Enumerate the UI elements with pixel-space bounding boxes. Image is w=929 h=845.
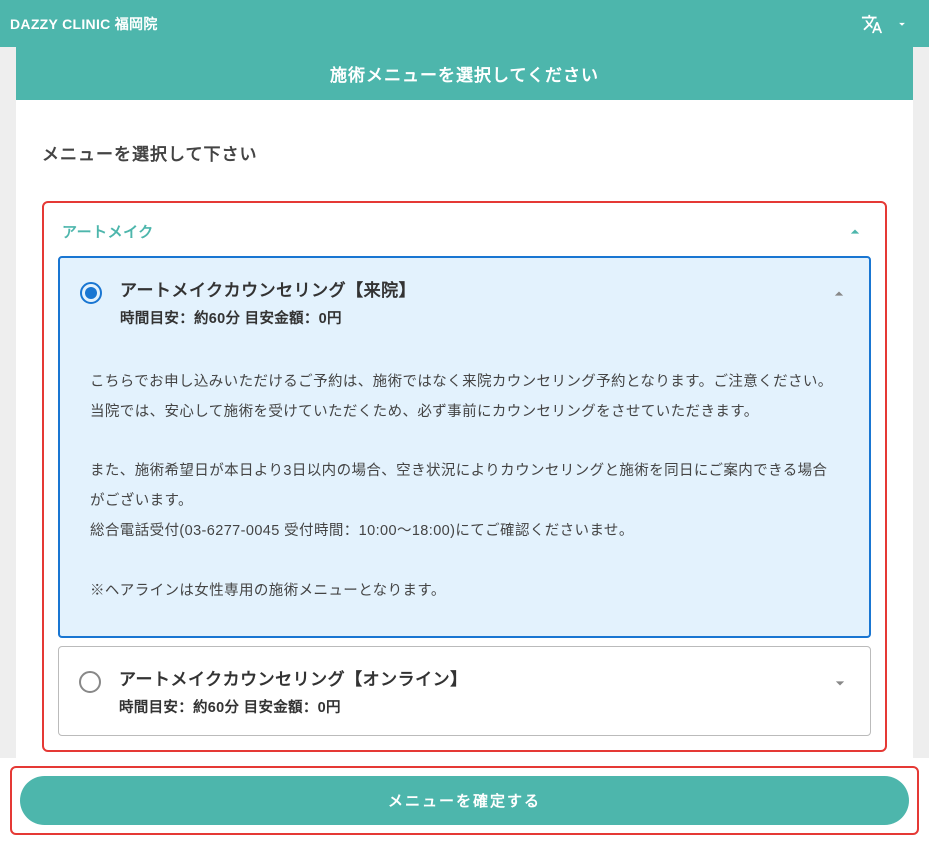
option-title: アートメイクカウンセリング【オンライン】 xyxy=(119,665,812,690)
translate-icon xyxy=(861,13,883,35)
menu-option-header[interactable]: アートメイクカウンセリング【オンライン】 時間目安：約60分 目安金額：0円 xyxy=(59,647,870,735)
category-panel: アートメイク アートメイクカウンセリング【来院】 時間目安：約60分 目安金額：… xyxy=(42,201,887,752)
desc-line: 当院では、安心して施術を受けていただくため、必ず事前にカウンセリングをさせていた… xyxy=(90,398,839,428)
language-selector[interactable] xyxy=(861,13,909,35)
footer-highlight: メニューを確定する xyxy=(10,766,919,835)
desc-line: こちらでお申し込みいただけるご予約は、施術ではなく来院カウンセリング予約となりま… xyxy=(90,368,839,398)
radio-dot xyxy=(85,287,97,299)
instruction-text: メニューを選択して下さい xyxy=(42,140,887,165)
option-description: こちらでお申し込みいただけるご予約は、施術ではなく来院カウンセリング予約となりま… xyxy=(60,346,869,636)
clinic-title: DAZZY CLINIC 福岡院 xyxy=(10,14,158,34)
menu-option: アートメイクカウンセリング【オンライン】 時間目安：約60分 目安金額：0円 xyxy=(58,646,871,736)
chevron-down-icon xyxy=(895,17,909,31)
option-title: アートメイクカウンセリング【来院】 xyxy=(120,276,811,301)
footer-bar: メニューを確定する xyxy=(0,758,929,845)
chevron-up-icon xyxy=(829,284,849,304)
main-content: 施術メニューを選択してください メニューを選択して下さい アートメイク アートメ… xyxy=(16,47,913,778)
menu-option-header[interactable]: アートメイクカウンセリング【来院】 時間目安：約60分 目安金額：0円 xyxy=(60,258,869,346)
app-header: DAZZY CLINIC 福岡院 xyxy=(0,0,929,47)
category-title: アートメイク xyxy=(62,221,154,242)
category-header[interactable]: アートメイク xyxy=(58,217,871,256)
option-subtitle: 時間目安：約60分 目安金額：0円 xyxy=(120,307,811,328)
radio-button[interactable] xyxy=(79,671,101,693)
step-banner: 施術メニューを選択してください xyxy=(16,47,913,100)
confirm-menu-button[interactable]: メニューを確定する xyxy=(20,776,909,825)
chevron-down-icon xyxy=(830,673,850,693)
desc-line: 総合電話受付(03-6277-0045 受付時間：10:00〜18:00)にてご… xyxy=(90,517,839,547)
desc-line: また、施術希望日が本日より3日以内の場合、空き状況によりカウンセリングと施術を同… xyxy=(90,457,839,516)
option-subtitle: 時間目安：約60分 目安金額：0円 xyxy=(119,696,812,717)
chevron-up-icon xyxy=(845,222,865,242)
menu-option: アートメイクカウンセリング【来院】 時間目安：約60分 目安金額：0円 こちらで… xyxy=(58,256,871,638)
radio-button[interactable] xyxy=(80,282,102,304)
desc-line: ※ヘアラインは女性専用の施術メニューとなります。 xyxy=(90,577,839,607)
